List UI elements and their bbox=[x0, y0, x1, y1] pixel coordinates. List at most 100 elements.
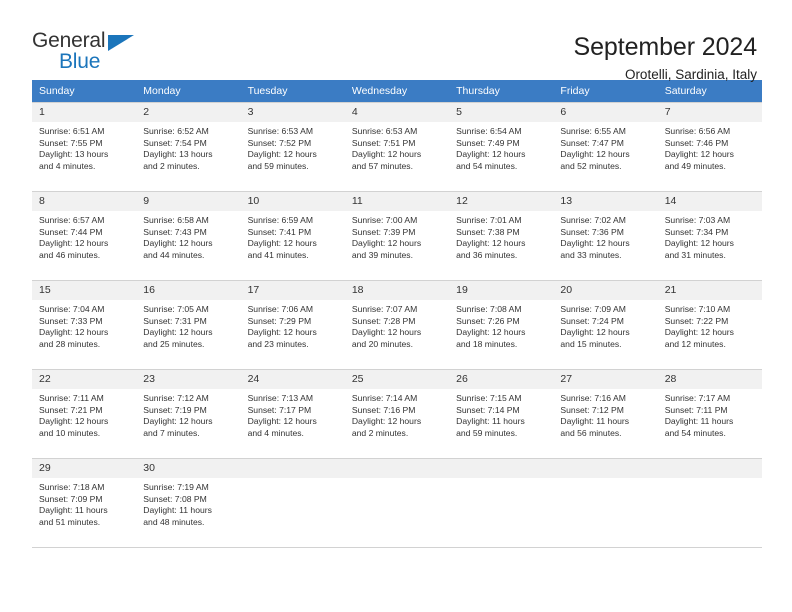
sunrise-time: Sunrise: 7:05 AM bbox=[143, 304, 209, 314]
calendar-day-cell[interactable]: 4 Sunrise: 6:53 AM Sunset: 7:51 PM Daylight… bbox=[344, 102, 450, 192]
calendar-day-cell[interactable]: 20 Sunrise: 7:09 AM Sunset: 7:24 PM Dayligh… bbox=[553, 280, 658, 370]
calendar-day-cell[interactable]: 23 Sunrise: 7:12 AM Sunset: 7:19 PM Dayligh… bbox=[136, 369, 241, 459]
day-number: 11 bbox=[344, 192, 450, 211]
sunrise-time: Sunrise: 7:16 AM bbox=[560, 393, 626, 403]
day-number: 21 bbox=[657, 281, 762, 300]
sunset-time: Sunset: 7:24 PM bbox=[560, 315, 624, 326]
sunset-time: Sunset: 7:55 PM bbox=[39, 137, 103, 148]
day-details: Sunrise: 6:59 AM Sunset: 7:41 PM Daylight:… bbox=[241, 211, 345, 261]
day-number: 17 bbox=[240, 281, 345, 300]
day-details: Sunrise: 7:04 AM Sunset: 7:33 PM Daylight:… bbox=[32, 300, 136, 350]
daylight-duration-line1: Daylight: 12 hours bbox=[39, 416, 109, 427]
weekday-header-tuesday: Tuesday bbox=[240, 80, 345, 103]
sunset-time: Sunset: 7:34 PM bbox=[664, 226, 729, 237]
sunset-time: Sunset: 7:43 PM bbox=[143, 226, 207, 237]
calendar-day-cell[interactable]: 24 Sunrise: 7:13 AM Sunset: 7:17 PM Dayligh… bbox=[240, 369, 345, 459]
calendar-cell-empty bbox=[449, 458, 554, 548]
calendar-day-cell[interactable]: 21 Sunrise: 7:10 AM Sunset: 7:22 PM Dayligh… bbox=[657, 280, 762, 370]
calendar-day-cell[interactable]: 16 Sunrise: 7:05 AM Sunset: 7:31 PM Dayligh… bbox=[136, 280, 241, 370]
day-details: Sunrise: 7:07 AM Sunset: 7:28 PM Daylight:… bbox=[345, 300, 449, 350]
calendar-day-cell[interactable]: 1 Sunrise: 6:51 AM Sunset: 7:55 PM Daylight… bbox=[32, 102, 137, 192]
calendar-day-cell[interactable]: 25 Sunrise: 7:14 AM Sunset: 7:16 PM Dayligh… bbox=[344, 369, 450, 459]
calendar-day-cell[interactable]: 2 Sunrise: 6:52 AM Sunset: 7:54 PM Daylight… bbox=[136, 102, 241, 192]
calendar-day-cell[interactable]: 7 Sunrise: 6:56 AM Sunset: 7:46 PM Daylight… bbox=[657, 102, 762, 192]
day-details: Sunrise: 7:11 AM Sunset: 7:21 PM Daylight:… bbox=[32, 389, 136, 439]
daylight-duration-line2: and 18 minutes. bbox=[456, 338, 518, 349]
sunset-time: Sunset: 7:14 PM bbox=[456, 404, 520, 415]
day-number: 20 bbox=[553, 281, 658, 300]
calendar-day-cell[interactable]: 29 Sunrise: 7:18 AM Sunset: 7:09 PM Dayligh… bbox=[32, 458, 137, 548]
day-details: Sunrise: 7:00 AM Sunset: 7:39 PM Daylight:… bbox=[345, 211, 449, 261]
calendar-day-cell[interactable]: 27 Sunrise: 7:16 AM Sunset: 7:12 PM Dayligh… bbox=[553, 369, 658, 459]
sunrise-time: Sunrise: 6:53 AM bbox=[247, 126, 314, 136]
day-details: Sunrise: 7:17 AM Sunset: 7:11 PM Daylight:… bbox=[658, 389, 762, 439]
daylight-duration-line1: Daylight: 13 hours bbox=[143, 149, 213, 160]
day-number: 1 bbox=[32, 103, 137, 122]
day-number: 28 bbox=[657, 370, 762, 389]
daylight-duration-line2: and 59 minutes. bbox=[247, 160, 309, 171]
daylight-duration-line1: Daylight: 11 hours bbox=[143, 505, 212, 516]
day-number: 8 bbox=[32, 192, 137, 211]
general-blue-logo[interactable]: General Blue bbox=[32, 30, 152, 76]
calendar-day-cell[interactable]: 14 Sunrise: 7:03 AM Sunset: 7:34 PM Dayligh… bbox=[657, 191, 762, 281]
sunrise-time: Sunrise: 7:11 AM bbox=[39, 393, 104, 403]
calendar-day-cell[interactable]: 10 Sunrise: 6:59 AM Sunset: 7:41 PM Dayligh… bbox=[240, 191, 345, 281]
calendar-day-cell[interactable]: 5 Sunrise: 6:54 AM Sunset: 7:49 PM Daylight… bbox=[449, 102, 554, 192]
sunrise-time: Sunrise: 7:04 AM bbox=[39, 304, 105, 314]
calendar-cell-empty bbox=[240, 458, 345, 548]
day-details: Sunrise: 7:19 AM Sunset: 7:08 PM Daylight:… bbox=[136, 478, 240, 528]
day-details: Sunrise: 7:14 AM Sunset: 7:16 PM Daylight:… bbox=[345, 389, 449, 439]
calendar-day-cell[interactable]: 18 Sunrise: 7:07 AM Sunset: 7:28 PM Dayligh… bbox=[344, 280, 450, 370]
daylight-duration-line1: Daylight: 11 hours bbox=[456, 416, 525, 427]
daylight-duration-line1: Daylight: 12 hours bbox=[456, 149, 526, 160]
day-details: Sunrise: 6:56 AM Sunset: 7:46 PM Daylight:… bbox=[658, 122, 762, 172]
daylight-duration-line2: and 59 minutes. bbox=[456, 427, 518, 438]
day-number bbox=[553, 459, 658, 478]
calendar-day-cell[interactable]: 9 Sunrise: 6:58 AM Sunset: 7:43 PM Daylight… bbox=[136, 191, 241, 281]
calendar-day-cell[interactable]: 30 Sunrise: 7:19 AM Sunset: 7:08 PM Dayligh… bbox=[136, 458, 241, 548]
day-number: 26 bbox=[449, 370, 554, 389]
day-number: 19 bbox=[449, 281, 554, 300]
weekday-header-sunday: Sunday bbox=[32, 80, 137, 103]
daylight-duration-line1: Daylight: 12 hours bbox=[560, 149, 630, 160]
daylight-duration-line1: Daylight: 11 hours bbox=[560, 416, 630, 427]
calendar-day-cell[interactable]: 19 Sunrise: 7:08 AM Sunset: 7:26 PM Dayligh… bbox=[449, 280, 554, 370]
day-number: 2 bbox=[136, 103, 241, 122]
daylight-duration-line2: and 39 minutes. bbox=[351, 249, 413, 260]
day-number: 13 bbox=[553, 192, 658, 211]
title-block: September 2024 Orotelli, Sardinia, Italy bbox=[574, 30, 758, 86]
day-details: Sunrise: 6:55 AM Sunset: 7:47 PM Daylight:… bbox=[553, 122, 657, 172]
sunset-time: Sunset: 7:46 PM bbox=[664, 137, 729, 148]
daylight-duration-line1: Daylight: 12 hours bbox=[351, 238, 422, 249]
location-subtitle: Orotelli, Sardinia, Italy bbox=[624, 67, 757, 82]
day-details: Sunrise: 7:10 AM Sunset: 7:22 PM Daylight:… bbox=[658, 300, 762, 350]
calendar-day-cell[interactable]: 15 Sunrise: 7:04 AM Sunset: 7:33 PM Dayligh… bbox=[32, 280, 137, 370]
daylight-duration-line1: Daylight: 12 hours bbox=[664, 327, 734, 338]
calendar-week-row: 8 Sunrise: 6:57 AM Sunset: 7:44 PM Daylight… bbox=[32, 191, 762, 281]
sunset-time: Sunset: 7:33 PM bbox=[39, 315, 103, 326]
calendar-day-cell[interactable]: 12 Sunrise: 7:01 AM Sunset: 7:38 PM Dayligh… bbox=[449, 191, 554, 281]
daylight-duration-line2: and 7 minutes. bbox=[143, 427, 200, 438]
day-number: 16 bbox=[136, 281, 241, 300]
calendar-day-cell[interactable]: 28 Sunrise: 7:17 AM Sunset: 7:11 PM Dayligh… bbox=[657, 369, 762, 459]
calendar-day-cell[interactable]: 8 Sunrise: 6:57 AM Sunset: 7:44 PM Daylight… bbox=[32, 191, 137, 281]
sunset-time: Sunset: 7:52 PM bbox=[247, 137, 312, 148]
sunrise-time: Sunrise: 7:18 AM bbox=[39, 482, 105, 492]
calendar-day-cell[interactable]: 11 Sunrise: 7:00 AM Sunset: 7:39 PM Dayligh… bbox=[344, 191, 450, 281]
sunrise-time: Sunrise: 7:07 AM bbox=[351, 304, 418, 314]
calendar-day-cell[interactable]: 26 Sunrise: 7:15 AM Sunset: 7:14 PM Dayligh… bbox=[449, 369, 554, 459]
calendar-day-cell[interactable]: 13 Sunrise: 7:02 AM Sunset: 7:36 PM Dayligh… bbox=[553, 191, 658, 281]
daylight-duration-line1: Daylight: 12 hours bbox=[247, 238, 317, 249]
calendar-day-cell[interactable]: 6 Sunrise: 6:55 AM Sunset: 7:47 PM Daylight… bbox=[553, 102, 658, 192]
daylight-duration-line2: and 46 minutes. bbox=[39, 249, 101, 260]
sunset-time: Sunset: 7:39 PM bbox=[351, 226, 416, 237]
sunset-time: Sunset: 7:12 PM bbox=[560, 404, 624, 415]
day-details: Sunrise: 6:53 AM Sunset: 7:51 PM Daylight:… bbox=[345, 122, 449, 172]
calendar-day-cell[interactable]: 22 Sunrise: 7:11 AM Sunset: 7:21 PM Dayligh… bbox=[32, 369, 137, 459]
sunrise-time: Sunrise: 6:58 AM bbox=[143, 215, 209, 225]
day-details: Sunrise: 6:53 AM Sunset: 7:52 PM Daylight:… bbox=[241, 122, 345, 172]
calendar-day-cell[interactable]: 3 Sunrise: 6:53 AM Sunset: 7:52 PM Daylight… bbox=[240, 102, 345, 192]
calendar-day-cell[interactable]: 17 Sunrise: 7:06 AM Sunset: 7:29 PM Dayligh… bbox=[240, 280, 345, 370]
sunset-time: Sunset: 7:41 PM bbox=[247, 226, 312, 237]
daylight-duration-line2: and 31 minutes. bbox=[664, 249, 726, 260]
